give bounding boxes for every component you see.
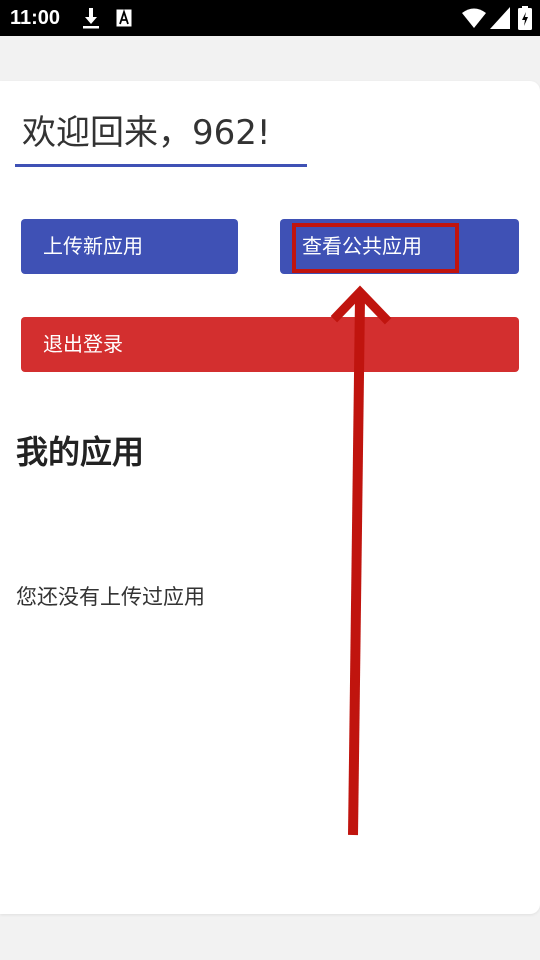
my-apps-title: 我的应用	[16, 433, 145, 471]
logout-button[interactable]: 退出登录	[21, 317, 519, 372]
main-card	[0, 81, 540, 914]
wifi-icon	[462, 8, 486, 28]
a-icon	[116, 9, 132, 27]
annotation-highlight-box	[292, 223, 459, 273]
status-time: 11:00	[10, 7, 61, 29]
status-bar: 11:00	[0, 0, 540, 36]
battery-icon	[518, 6, 532, 30]
signal-icon	[490, 7, 510, 29]
welcome-heading: 欢迎回来，962!	[22, 113, 271, 153]
empty-apps-message: 您还没有上传过应用	[16, 585, 205, 609]
upload-new-app-button[interactable]: 上传新应用	[21, 219, 238, 274]
welcome-underline	[15, 164, 307, 167]
download-icon	[83, 8, 99, 29]
